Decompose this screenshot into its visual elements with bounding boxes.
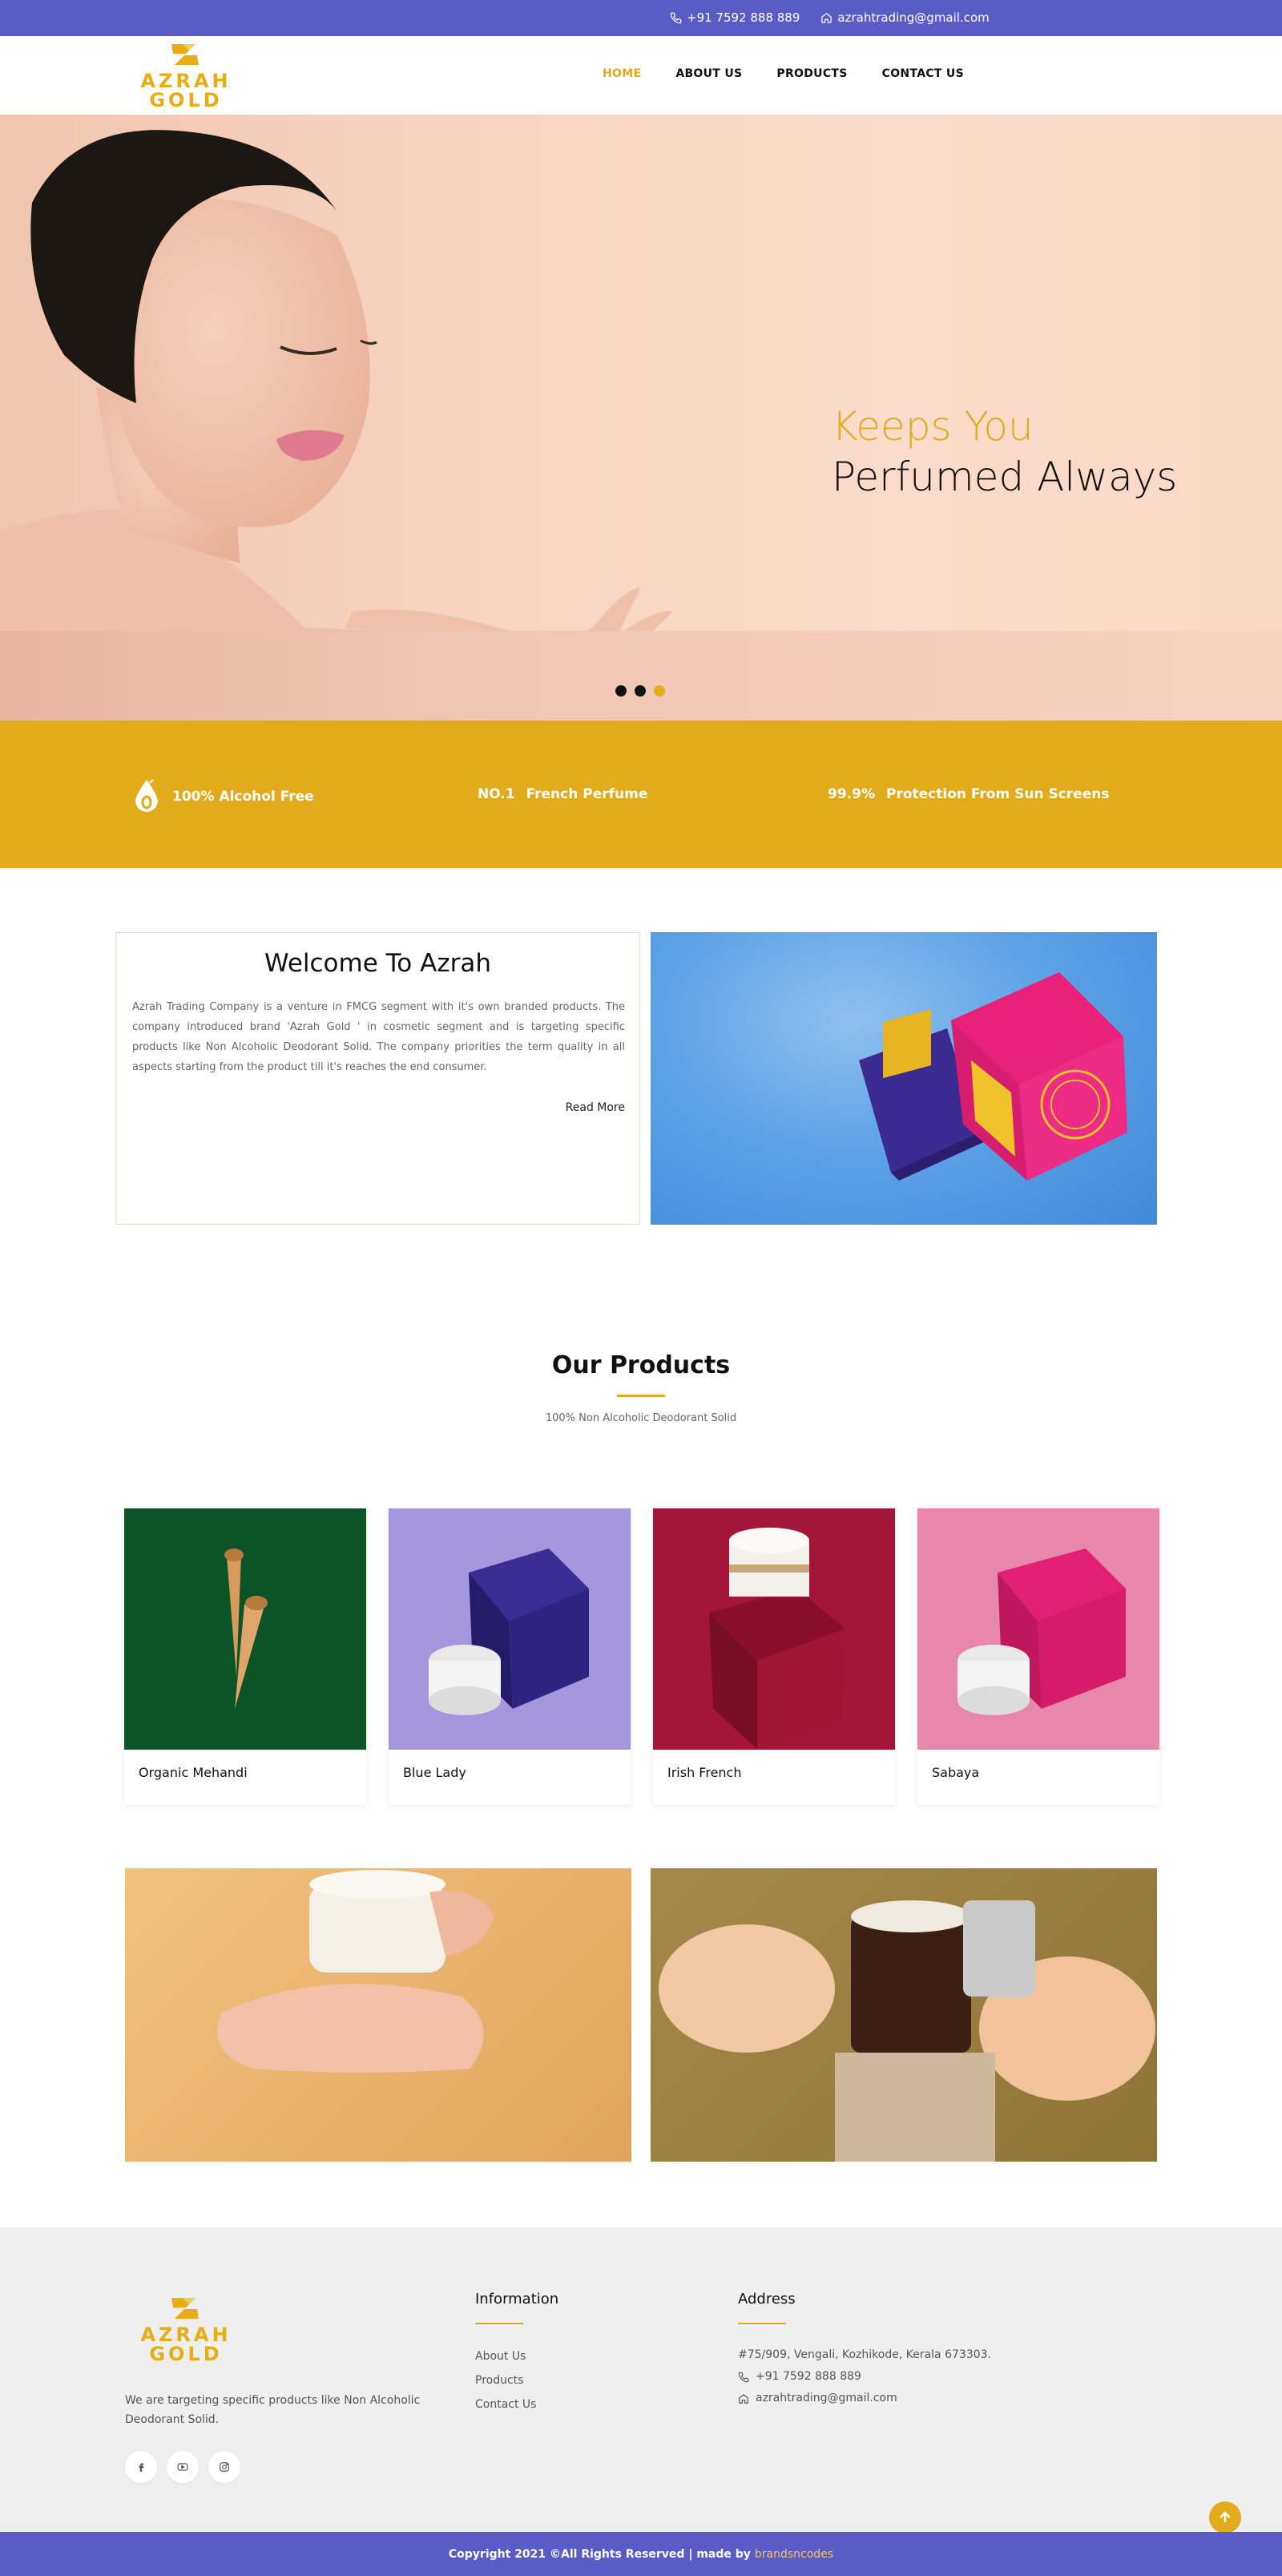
- slider-dots: [615, 685, 665, 696]
- footer-phone[interactable]: +91 7592 888 889: [738, 2366, 991, 2388]
- footer-brand-line2: GOLD: [149, 2343, 223, 2365]
- product-name: Organic Mehandi: [139, 1765, 248, 1780]
- footer-logo[interactable]: AZRAH GOLD: [138, 2295, 234, 2364]
- footer-address-underline: [738, 2323, 786, 2324]
- instagram-link[interactable]: [208, 2451, 240, 2483]
- product-image: [124, 1508, 366, 1750]
- product-card-organic-mehandi[interactable]: Organic Mehandi: [124, 1508, 366, 1805]
- banner-jars-petals: [651, 1868, 1157, 2162]
- footer-link-about[interactable]: About Us: [475, 2344, 536, 2368]
- footer-address: #75/909, Vengali, Kozhikode, Kerala 6733…: [738, 2348, 991, 2361]
- site-footer: AZRAH GOLD We are targeting specific pro…: [0, 2227, 1282, 2532]
- feature-alcohol-free: 100% Alcohol Free: [132, 778, 314, 815]
- phone-icon: [738, 2372, 749, 2382]
- footer-email[interactable]: azrahtrading@gmail.com: [738, 2388, 991, 2409]
- copyright-text: Copyright 2021 ©All Rights Reserved | ma…: [448, 2547, 751, 2561]
- top-bar: +91 7592 888 889 azrahtrading@gmail.com: [0, 0, 1282, 36]
- product-card-sabaya[interactable]: Sabaya: [917, 1508, 1159, 1805]
- welcome-body: Azrah Trading Company is a venture in FM…: [132, 1001, 625, 1073]
- copyright-brand-link[interactable]: brandsncodes: [755, 2548, 833, 2561]
- social-links: [125, 2451, 240, 2483]
- feature-3-prefix: 99.9%: [828, 786, 875, 802]
- brand-logo[interactable]: AZRAH GOLD: [138, 41, 234, 113]
- banner-hands-jar: [125, 1868, 631, 2162]
- product-boxes-illustration: [859, 972, 1127, 1181]
- hero-title-line1: Keeps You: [832, 403, 1034, 450]
- feature-sun-protection: 99.9% Protection From Sun Screens: [828, 786, 1109, 802]
- footer-link-contact[interactable]: Contact Us: [475, 2392, 536, 2417]
- product-name: Blue Lady: [403, 1765, 466, 1780]
- hero-model-image: [0, 130, 689, 721]
- logo-mark-icon: [171, 2298, 199, 2319]
- brand-line2: GOLD: [149, 89, 223, 111]
- products-subtitle: 100% Non Alcoholic Deodorant Solid: [545, 1412, 737, 1424]
- drop-icon: [135, 779, 158, 812]
- feature-1-text: 100% Alcohol Free: [172, 789, 314, 805]
- welcome-box: Welcome To Azrah Azrah Trading Company i…: [115, 932, 640, 1225]
- footer-links: About Us Products Contact Us: [475, 2344, 536, 2417]
- welcome-title: Welcome To Azrah: [264, 949, 491, 978]
- read-more-link[interactable]: Read More: [566, 1101, 625, 1114]
- phone-icon: [670, 12, 682, 23]
- products-title: Our Products: [551, 1351, 731, 1379]
- feature-2-text: French Perfume: [526, 786, 648, 802]
- products-title-underline: [617, 1395, 665, 1397]
- youtube-link[interactable]: [167, 2451, 199, 2483]
- arrow-up-icon: [1220, 2511, 1231, 2522]
- nav-products[interactable]: PRODUCTS: [776, 67, 847, 80]
- feature-french-perfume: NO.1 French Perfume: [478, 786, 647, 802]
- logo-mark-icon: [171, 44, 199, 65]
- product-image: [917, 1508, 1159, 1750]
- footer-address-block: #75/909, Vengali, Kozhikode, Kerala 6733…: [738, 2344, 991, 2409]
- footer-email-text: azrahtrading@gmail.com: [756, 2392, 897, 2404]
- hero-slider: Keeps You Perfumed Always: [0, 115, 1282, 721]
- hero-title-line2: Perfumed Always: [832, 454, 1178, 500]
- product-card-irish-french[interactable]: Irish French: [653, 1508, 895, 1805]
- nav-home[interactable]: HOME: [603, 67, 641, 80]
- youtube-icon: [177, 2463, 188, 2471]
- footer-about: We are targeting specific products like …: [125, 2394, 421, 2426]
- hero-base: [0, 631, 1282, 721]
- footer-info-underline: [475, 2323, 523, 2324]
- product-name: Sabaya: [932, 1765, 980, 1780]
- footer-link-products[interactable]: Products: [475, 2368, 536, 2392]
- main-nav: HOME ABOUT US PRODUCTS CONTACT US: [603, 67, 964, 80]
- top-email[interactable]: azrahtrading@gmail.com: [820, 10, 990, 25]
- footer-phone-text: +91 7592 888 889: [756, 2370, 861, 2383]
- welcome-product-image: [651, 932, 1157, 1225]
- nav-contact-us[interactable]: CONTACT US: [882, 67, 964, 80]
- facebook-icon: [139, 2463, 144, 2472]
- home-icon: [821, 12, 832, 23]
- nav-about-us[interactable]: ABOUT US: [675, 67, 742, 80]
- slider-dot-2[interactable]: [635, 685, 646, 696]
- copyright-bar: Copyright 2021 ©All Rights Reserved | ma…: [0, 2532, 1282, 2576]
- brand-line1: AZRAH: [140, 70, 232, 92]
- slider-dot-1[interactable]: [615, 685, 627, 696]
- scroll-to-top-button[interactable]: [1209, 2501, 1241, 2534]
- slider-dot-3[interactable]: [654, 685, 665, 696]
- footer-address-title: Address: [738, 2291, 796, 2307]
- top-phone[interactable]: +91 7592 888 889: [670, 10, 800, 25]
- product-card-blue-lady[interactable]: Blue Lady: [389, 1508, 631, 1805]
- home-icon: [739, 2393, 748, 2404]
- features-band: 100% Alcohol Free NO.1 French Perfume 99…: [0, 721, 1282, 868]
- feature-3-text: Protection From Sun Screens: [885, 786, 1110, 802]
- facebook-link[interactable]: [125, 2451, 157, 2483]
- top-phone-text: +91 7592 888 889: [687, 10, 800, 25]
- footer-info-title: Information: [475, 2291, 559, 2307]
- product-image: [389, 1508, 631, 1750]
- product-image: [653, 1508, 895, 1750]
- instagram-icon: [220, 2462, 229, 2472]
- top-email-text: azrahtrading@gmail.com: [837, 10, 990, 25]
- footer-brand-line1: AZRAH: [140, 2324, 232, 2346]
- top-contact: +91 7592 888 889 azrahtrading@gmail.com: [670, 10, 990, 25]
- product-name: Irish French: [667, 1765, 742, 1780]
- feature-2-prefix: NO.1: [478, 786, 515, 802]
- site-header: AZRAH GOLD HOME ABOUT US PRODUCTS CONTAC…: [0, 36, 1282, 115]
